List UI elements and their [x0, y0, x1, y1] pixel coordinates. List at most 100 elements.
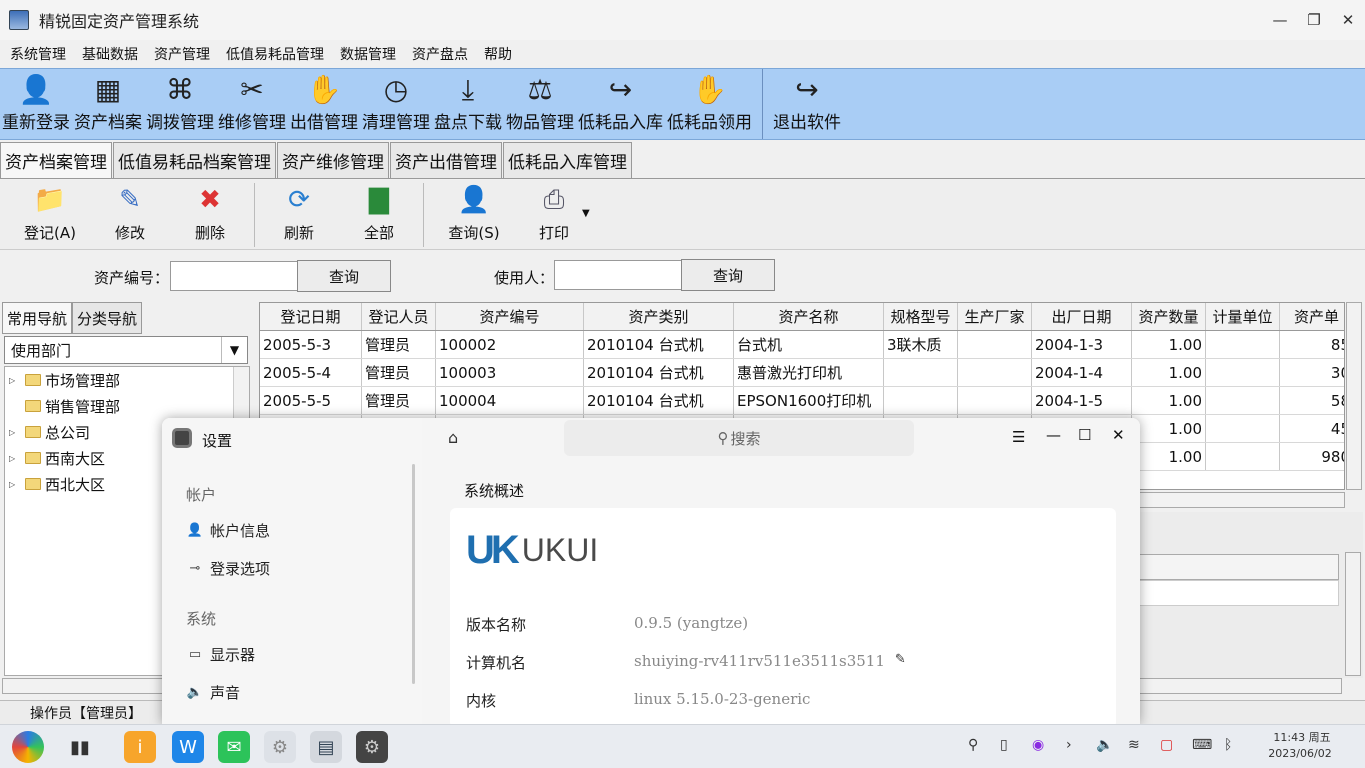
tab-asset-lend[interactable]: 资产出借管理 [390, 142, 502, 178]
table-cell [1206, 387, 1280, 414]
asset-query-button[interactable]: 查询 [297, 260, 391, 292]
asset-app-taskbar-icon[interactable]: ▤ [310, 731, 342, 763]
clock-date[interactable]: 2023/06/02 [1262, 747, 1338, 760]
minimize-button[interactable]: — [1263, 0, 1297, 40]
table-row[interactable]: 2005-5-5 管理员 100004 2010104 台式机 EPSON1600打印机… [260, 387, 1344, 415]
table-vertical-scrollbar[interactable] [1346, 302, 1362, 490]
tab-consumable-in[interactable]: 低耗品入库管理 [503, 142, 632, 178]
bluetooth-icon[interactable]: ᛒ [1224, 737, 1232, 753]
user-query-button[interactable]: 查询 [681, 259, 775, 291]
table-cell: 2005-5-4 [260, 359, 362, 386]
column-header[interactable]: 登记人员 [362, 303, 436, 330]
notification-icon[interactable]: ▢ [1160, 737, 1173, 753]
sidebar-scrollbar[interactable] [412, 464, 415, 684]
search-icon[interactable]: ⚲ [968, 737, 978, 753]
start-menu-icon[interactable] [12, 731, 44, 763]
consumable-use-button[interactable]: ✋ 低耗品领用 [665, 69, 754, 139]
edit-hostname-icon[interactable]: ✎ [895, 652, 906, 673]
expand-icon[interactable]: ▷ [9, 376, 19, 385]
tree-item[interactable]: ▷ 市场管理部 [5, 367, 249, 393]
sidebar-item-account-info[interactable]: 👤 帐户信息 [186, 520, 270, 541]
file-manager-icon[interactable]: i [124, 731, 156, 763]
transfer-button[interactable]: ⌘ 调拨管理 [144, 69, 216, 139]
column-header[interactable]: 资产编号 [436, 303, 584, 330]
chevron-right-icon[interactable]: › [1066, 737, 1072, 753]
clock-time[interactable]: 11:43 周五 [1268, 729, 1336, 745]
menu-inventory[interactable]: 资产盘点 [404, 44, 476, 64]
column-header[interactable]: 资产类别 [584, 303, 734, 330]
column-header[interactable]: 登记日期 [260, 303, 362, 330]
wps-icon[interactable]: W [172, 731, 204, 763]
settings-sidebar: 设置 帐户 👤 帐户信息 ⊸ 登录选项 系统 ▭ 显示器 🔈 声音 [162, 418, 422, 724]
menu-consumables[interactable]: 低值易耗品管理 [218, 44, 332, 64]
settings-taskbar-icon[interactable]: ⚙ [356, 731, 388, 763]
department-combo[interactable]: 使用部门 ▼ [4, 336, 248, 364]
items-button[interactable]: ⚖ 物品管理 [504, 69, 576, 139]
wifi-icon[interactable]: ≋ [1128, 737, 1140, 753]
menu-help[interactable]: 帮助 [476, 44, 520, 64]
query-button[interactable]: 👤 查询(S) [434, 180, 514, 248]
expand-icon[interactable]: ▷ [9, 428, 19, 437]
user-input[interactable] [554, 260, 682, 290]
column-header[interactable]: 出厂日期 [1032, 303, 1132, 330]
expand-icon[interactable]: ▷ [9, 480, 19, 489]
tab-asset-archive[interactable]: 资产档案管理 [0, 142, 112, 178]
table-row[interactable]: 2005-5-4 管理员 100003 2010104 台式机 惠普激光打印机 2004-… [260, 359, 1344, 387]
delete-button[interactable]: ✖ 删除 [170, 180, 250, 248]
settings-search[interactable]: ⚲ 搜索 [564, 420, 914, 456]
refresh-button[interactable]: ⟳ 刷新 [259, 180, 339, 248]
tab-asset-repair[interactable]: 资产维修管理 [277, 142, 389, 178]
inventory-download-button[interactable]: ⤓ 盘点下载 [432, 69, 504, 139]
relogin-button[interactable]: 👤 重新登录 [0, 69, 72, 139]
register-button[interactable]: 📁 登记(A) [10, 180, 90, 248]
multitask-icon[interactable]: ▮▮ [64, 731, 96, 763]
sidebar-item-display[interactable]: ▭ 显示器 [186, 644, 255, 665]
menu-icon[interactable]: ☰ [1012, 428, 1025, 446]
home-icon[interactable]: ⌂ [448, 428, 458, 447]
folder-icon [25, 400, 41, 412]
menu-assets[interactable]: 资产管理 [146, 44, 218, 64]
chevron-down-icon[interactable]: ▼ [221, 337, 247, 363]
sidebar-item-sound[interactable]: 🔈 声音 [186, 682, 240, 703]
expand-icon[interactable]: ▷ [9, 454, 19, 463]
tree-item[interactable]: 销售管理部 [5, 393, 249, 419]
volume-icon[interactable]: 🔈 [1096, 737, 1113, 753]
close-button[interactable]: ✕ [1331, 0, 1365, 40]
maximize-button[interactable]: ❐ [1297, 0, 1331, 40]
tab-category-nav[interactable]: 分类导航 [72, 302, 143, 334]
table-row[interactable]: 2005-5-3 管理员 100002 2010104 台式机 台式机 3联木质 2004-… [260, 331, 1344, 359]
control-center-icon[interactable]: ⚙ [264, 731, 296, 763]
menu-data[interactable]: 数据管理 [332, 44, 404, 64]
column-header[interactable]: 计量单位 [1206, 303, 1280, 330]
sidebar-item-login-options[interactable]: ⊸ 登录选项 [186, 558, 270, 579]
column-header[interactable]: 生产厂家 [958, 303, 1032, 330]
minimize-button[interactable]: — [1046, 426, 1061, 444]
consumable-in-button[interactable]: ↪ 低耗品入库 [576, 69, 665, 139]
table-cell: 980 [1280, 443, 1344, 470]
screenshot-icon[interactable]: ◉ [1032, 737, 1044, 753]
lend-button[interactable]: ✋ 出借管理 [288, 69, 360, 139]
exit-button[interactable]: ↪ 退出软件 [771, 69, 843, 139]
cleanup-button[interactable]: ◷ 清理管理 [360, 69, 432, 139]
tab-common-nav[interactable]: 常用导航 [2, 302, 73, 334]
column-header[interactable]: 资产单 [1280, 303, 1344, 330]
edit-button[interactable]: ✎ 修改 [90, 180, 170, 248]
messages-icon[interactable]: ✉ [218, 731, 250, 763]
menu-base-data[interactable]: 基础数据 [74, 44, 146, 64]
detail-scrollbar[interactable] [1345, 552, 1361, 676]
keyboard-icon[interactable]: ⌨ [1192, 737, 1212, 753]
tab-consumable-archive[interactable]: 低值易耗品档案管理 [113, 142, 276, 178]
column-header[interactable]: 规格型号 [884, 303, 958, 330]
column-header[interactable]: 资产数量 [1132, 303, 1206, 330]
menu-system[interactable]: 系统管理 [2, 44, 74, 64]
column-header[interactable]: 资产名称 [734, 303, 884, 330]
repair-button[interactable]: ✂ 维修管理 [216, 69, 288, 139]
close-button[interactable]: ✕ [1112, 426, 1125, 444]
clipboard-icon[interactable]: ▯ [1000, 737, 1008, 753]
asset-archive-button[interactable]: ▦ 资产档案 [72, 69, 144, 139]
asset-no-input[interactable] [170, 261, 298, 291]
all-button[interactable]: ▇ 全部 [339, 180, 419, 248]
maximize-button[interactable]: ☐ [1078, 426, 1091, 444]
table-cell: 2005-5-3 [260, 331, 362, 358]
print-dropdown-icon[interactable]: ▼ [582, 208, 590, 249]
